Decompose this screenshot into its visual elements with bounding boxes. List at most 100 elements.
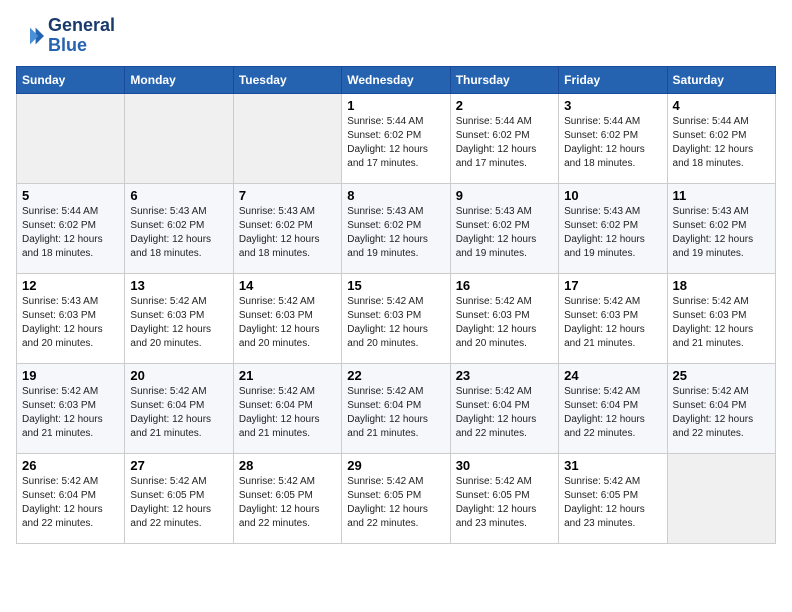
day-info: Sunrise: 5:43 AM Sunset: 6:03 PM Dayligh… (22, 295, 119, 351)
calendar-cell: 15Sunrise: 5:42 AM Sunset: 6:03 PM Dayli… (342, 273, 450, 363)
day-number: 25 (673, 368, 770, 383)
day-info: Sunrise: 5:42 AM Sunset: 6:04 PM Dayligh… (130, 385, 227, 441)
header-day-thursday: Thursday (450, 66, 558, 93)
day-info: Sunrise: 5:43 AM Sunset: 6:02 PM Dayligh… (564, 205, 661, 261)
day-info: Sunrise: 5:43 AM Sunset: 6:02 PM Dayligh… (239, 205, 336, 261)
day-number: 31 (564, 458, 661, 473)
day-info: Sunrise: 5:42 AM Sunset: 6:04 PM Dayligh… (347, 385, 444, 441)
calendar-cell: 21Sunrise: 5:42 AM Sunset: 6:04 PM Dayli… (233, 363, 341, 453)
day-info: Sunrise: 5:42 AM Sunset: 6:04 PM Dayligh… (239, 385, 336, 441)
day-number: 5 (22, 188, 119, 203)
calendar-table: SundayMondayTuesdayWednesdayThursdayFrid… (16, 66, 776, 544)
calendar-cell: 26 Sunrise: 5:42 AM Sunset: 6:04 PM Dayli… (17, 453, 125, 543)
day-info: Sunrise: 5:42 AM Sunset: 6:04 PM Dayligh… (22, 475, 119, 531)
day-info: Sunrise: 5:44 AM Sunset: 6:02 PM Dayligh… (564, 115, 661, 171)
day-info: Sunrise: 5:42 AM Sunset: 6:05 PM Dayligh… (130, 475, 227, 531)
day-info: Sunrise: 5:42 AM Sunset: 6:03 PM Dayligh… (239, 295, 336, 351)
day-number: 9 (456, 188, 553, 203)
calendar-cell: 23Sunrise: 5:42 AM Sunset: 6:04 PM Dayli… (450, 363, 558, 453)
calendar-cell: 10 Sunrise: 5:43 AM Sunset: 6:02 PM Dayli… (559, 183, 667, 273)
header-day-tuesday: Tuesday (233, 66, 341, 93)
calendar-cell (667, 453, 775, 543)
calendar-cell: 9 Sunrise: 5:43 AM Sunset: 6:02 PM Daylig… (450, 183, 558, 273)
header-day-monday: Monday (125, 66, 233, 93)
day-number: 28 (239, 458, 336, 473)
calendar-cell: 27 Sunrise: 5:42 AM Sunset: 6:05 PM Dayli… (125, 453, 233, 543)
day-info: Sunrise: 5:42 AM Sunset: 6:04 PM Dayligh… (564, 385, 661, 441)
day-number: 30 (456, 458, 553, 473)
calendar-cell: 1Sunrise: 5:44 AM Sunset: 6:02 PM Daylig… (342, 93, 450, 183)
day-number: 7 (239, 188, 336, 203)
day-number: 26 (22, 458, 119, 473)
calendar-cell: 14 Sunrise: 5:42 AM Sunset: 6:03 PM Dayli… (233, 273, 341, 363)
week-row-1: 5Sunrise: 5:44 AM Sunset: 6:02 PM Daylig… (17, 183, 776, 273)
day-number: 20 (130, 368, 227, 383)
day-number: 16 (456, 278, 553, 293)
day-number: 1 (347, 98, 444, 113)
day-number: 22 (347, 368, 444, 383)
day-info: Sunrise: 5:42 AM Sunset: 6:03 PM Dayligh… (22, 385, 119, 441)
day-info: Sunrise: 5:42 AM Sunset: 6:03 PM Dayligh… (130, 295, 227, 351)
header-day-saturday: Saturday (667, 66, 775, 93)
week-row-4: 26 Sunrise: 5:42 AM Sunset: 6:04 PM Dayli… (17, 453, 776, 543)
day-info: Sunrise: 5:42 AM Sunset: 6:05 PM Dayligh… (347, 475, 444, 531)
day-number: 11 (673, 188, 770, 203)
calendar-cell: 31 Sunrise: 5:42 AM Sunset: 6:05 PM Dayli… (559, 453, 667, 543)
header-day-sunday: Sunday (17, 66, 125, 93)
calendar-cell: 18 Sunrise: 5:42 AM Sunset: 6:03 PM Dayli… (667, 273, 775, 363)
calendar-header-row: SundayMondayTuesdayWednesdayThursdayFrid… (17, 66, 776, 93)
logo-icon (16, 22, 44, 50)
calendar-cell: 28 Sunrise: 5:42 AM Sunset: 6:05 PM Dayli… (233, 453, 341, 543)
day-number: 10 (564, 188, 661, 203)
calendar-cell: 13 Sunrise: 5:42 AM Sunset: 6:03 PM Dayli… (125, 273, 233, 363)
day-info: Sunrise: 5:42 AM Sunset: 6:03 PM Dayligh… (673, 295, 770, 351)
day-info: Sunrise: 5:42 AM Sunset: 6:05 PM Dayligh… (239, 475, 336, 531)
calendar-cell (233, 93, 341, 183)
week-row-2: 12 Sunrise: 5:43 AM Sunset: 6:03 PM Dayli… (17, 273, 776, 363)
calendar-cell: 30 Sunrise: 5:42 AM Sunset: 6:05 PM Dayli… (450, 453, 558, 543)
day-number: 24 (564, 368, 661, 383)
day-info: Sunrise: 5:42 AM Sunset: 6:05 PM Dayligh… (456, 475, 553, 531)
day-info: Sunrise: 5:44 AM Sunset: 6:02 PM Dayligh… (456, 115, 553, 171)
day-number: 27 (130, 458, 227, 473)
day-info: Sunrise: 5:42 AM Sunset: 6:03 PM Dayligh… (456, 295, 553, 351)
day-number: 4 (673, 98, 770, 113)
logo: General Blue (16, 16, 115, 56)
calendar-cell: 6 Sunrise: 5:43 AM Sunset: 6:02 PM Daylig… (125, 183, 233, 273)
day-info: Sunrise: 5:44 AM Sunset: 6:02 PM Dayligh… (673, 115, 770, 171)
day-number: 8 (347, 188, 444, 203)
day-number: 18 (673, 278, 770, 293)
calendar-cell: 4 Sunrise: 5:44 AM Sunset: 6:02 PM Daylig… (667, 93, 775, 183)
day-info: Sunrise: 5:43 AM Sunset: 6:02 PM Dayligh… (673, 205, 770, 261)
calendar-cell (125, 93, 233, 183)
day-info: Sunrise: 5:43 AM Sunset: 6:02 PM Dayligh… (130, 205, 227, 261)
calendar-cell: 7 Sunrise: 5:43 AM Sunset: 6:02 PM Daylig… (233, 183, 341, 273)
calendar-cell: 8 Sunrise: 5:43 AM Sunset: 6:02 PM Daylig… (342, 183, 450, 273)
day-number: 12 (22, 278, 119, 293)
day-number: 13 (130, 278, 227, 293)
day-number: 14 (239, 278, 336, 293)
calendar-cell: 17Sunrise: 5:42 AM Sunset: 6:03 PM Dayli… (559, 273, 667, 363)
day-info: Sunrise: 5:43 AM Sunset: 6:02 PM Dayligh… (456, 205, 553, 261)
day-info: Sunrise: 5:42 AM Sunset: 6:04 PM Dayligh… (456, 385, 553, 441)
calendar-cell: 20 Sunrise: 5:42 AM Sunset: 6:04 PM Dayli… (125, 363, 233, 453)
day-info: Sunrise: 5:43 AM Sunset: 6:02 PM Dayligh… (347, 205, 444, 261)
calendar-cell: 5Sunrise: 5:44 AM Sunset: 6:02 PM Daylig… (17, 183, 125, 273)
day-number: 3 (564, 98, 661, 113)
calendar-cell: 22 Sunrise: 5:42 AM Sunset: 6:04 PM Dayli… (342, 363, 450, 453)
day-info: Sunrise: 5:42 AM Sunset: 6:05 PM Dayligh… (564, 475, 661, 531)
calendar-cell: 12 Sunrise: 5:43 AM Sunset: 6:03 PM Dayli… (17, 273, 125, 363)
day-number: 15 (347, 278, 444, 293)
week-row-3: 19Sunrise: 5:42 AM Sunset: 6:03 PM Dayli… (17, 363, 776, 453)
header: General Blue (16, 16, 776, 56)
logo-text: General Blue (48, 16, 115, 56)
week-row-0: 1 Sunrise: 5:44 AM Sunset: 6:02 PM Daylig… (17, 93, 776, 183)
calendar-cell: 19Sunrise: 5:42 AM Sunset: 6:03 PM Dayli… (17, 363, 125, 453)
calendar-cell: 3 Sunrise: 5:44 AM Sunset: 6:02 PM Daylig… (559, 93, 667, 183)
header-day-wednesday: Wednesday (342, 66, 450, 93)
day-number: 6 (130, 188, 227, 203)
calendar-cell (17, 93, 125, 183)
day-info: Sunrise: 5:42 AM Sunset: 6:04 PM Dayligh… (673, 385, 770, 441)
calendar-cell: 29Sunrise: 5:42 AM Sunset: 6:05 PM Dayli… (342, 453, 450, 543)
calendar-cell: 24 Sunrise: 5:42 AM Sunset: 6:04 PM Dayli… (559, 363, 667, 453)
